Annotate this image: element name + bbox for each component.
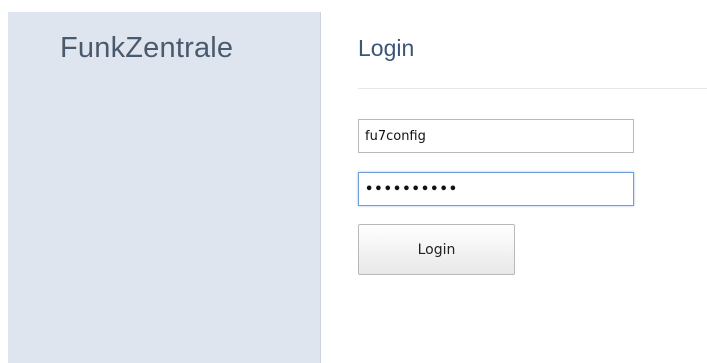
page: FunkZentrale Login Login bbox=[0, 0, 707, 363]
username-input[interactable] bbox=[358, 119, 634, 153]
password-input[interactable] bbox=[358, 172, 634, 206]
sidebar: FunkZentrale bbox=[8, 12, 321, 363]
title-divider bbox=[358, 88, 707, 89]
login-button[interactable]: Login bbox=[358, 224, 515, 275]
main-panel: Login Login bbox=[321, 12, 707, 363]
page-title: Login bbox=[358, 35, 415, 61]
brand-title: FunkZentrale bbox=[60, 32, 234, 64]
